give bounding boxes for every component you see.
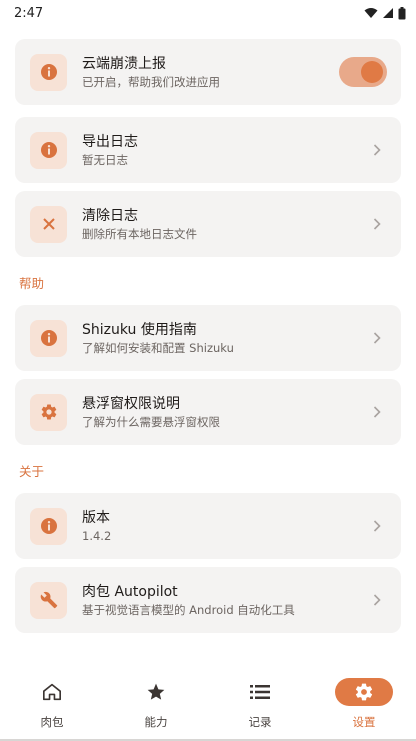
- card-subtitle: 已开启，帮助我们改进应用: [82, 74, 220, 89]
- info-icon: [30, 319, 67, 357]
- close-icon: [30, 205, 67, 243]
- nav-label: 设置: [352, 715, 376, 729]
- nav-label: 记录: [248, 715, 272, 729]
- battery-icon: [398, 6, 406, 19]
- nav-item-abilities[interactable]: 能力: [104, 666, 208, 741]
- list-icon: [231, 678, 289, 706]
- card-subtitle: 基于视觉语言模型的 Android 自动化工具: [82, 602, 295, 617]
- chevron-right-icon: [373, 594, 381, 606]
- about-app-card[interactable]: 肉包 Autopilot 基于视觉语言模型的 Android 自动化工具: [15, 567, 401, 633]
- wrench-icon: [30, 581, 67, 619]
- status-icons: [364, 6, 406, 20]
- signal-icon: [383, 8, 393, 18]
- card-title: 导出日志: [82, 133, 138, 150]
- nav-label: 能力: [144, 715, 168, 729]
- card-subtitle: 了解如何安装和配置 Shizuku: [82, 340, 234, 355]
- section-help-label: 帮助: [19, 276, 45, 291]
- card-title: Shizuku 使用指南: [82, 321, 197, 338]
- nav-label: 肉包: [40, 715, 64, 729]
- chevron-right-icon: [373, 144, 381, 156]
- clear-logs-card[interactable]: 清除日志 删除所有本地日志文件: [15, 191, 401, 257]
- gear-icon: [335, 678, 393, 706]
- chevron-right-icon: [373, 332, 381, 344]
- toggle-knob: [361, 61, 383, 83]
- gear-icon: [30, 393, 67, 431]
- card-title: 云端崩溃上报: [82, 55, 166, 72]
- home-icon: [23, 678, 81, 706]
- crash-report-card[interactable]: 云端崩溃上报 已开启，帮助我们改进应用: [15, 39, 401, 105]
- chevron-right-icon: [373, 406, 381, 418]
- star-icon: [127, 678, 185, 706]
- card-subtitle: 暂无日志: [82, 152, 128, 167]
- crash-report-toggle[interactable]: [339, 57, 387, 87]
- status-bar: 2:47: [0, 0, 416, 26]
- wifi-icon: [364, 8, 378, 18]
- card-title: 清除日志: [82, 207, 138, 224]
- info-icon: [30, 53, 67, 91]
- status-time: 2:47: [14, 5, 44, 21]
- card-subtitle: 了解为什么需要悬浮窗权限: [82, 414, 220, 429]
- export-logs-card[interactable]: 导出日志 暂无日志: [15, 117, 401, 183]
- nav-item-home[interactable]: 肉包: [0, 666, 104, 741]
- card-title: 版本: [82, 509, 110, 526]
- version-card[interactable]: 版本 1.4.2: [15, 493, 401, 559]
- nav-item-records[interactable]: 记录: [208, 666, 312, 741]
- overlay-permission-card[interactable]: 悬浮窗权限说明 了解为什么需要悬浮窗权限: [15, 379, 401, 445]
- chevron-right-icon: [373, 218, 381, 230]
- nav-item-settings[interactable]: 设置: [312, 666, 416, 741]
- card-title: 悬浮窗权限说明: [82, 395, 180, 412]
- section-about-label: 关于: [19, 464, 45, 479]
- chevron-right-icon: [373, 520, 381, 532]
- bottom-navigation: 肉包 能力 记录 设置: [0, 666, 416, 741]
- shizuku-guide-card[interactable]: Shizuku 使用指南 了解如何安装和配置 Shizuku: [15, 305, 401, 371]
- card-subtitle: 1.4.2: [82, 528, 112, 543]
- info-icon: [30, 131, 67, 169]
- card-title: 肉包 Autopilot: [82, 583, 178, 600]
- card-subtitle: 删除所有本地日志文件: [82, 226, 197, 241]
- info-icon: [30, 507, 67, 545]
